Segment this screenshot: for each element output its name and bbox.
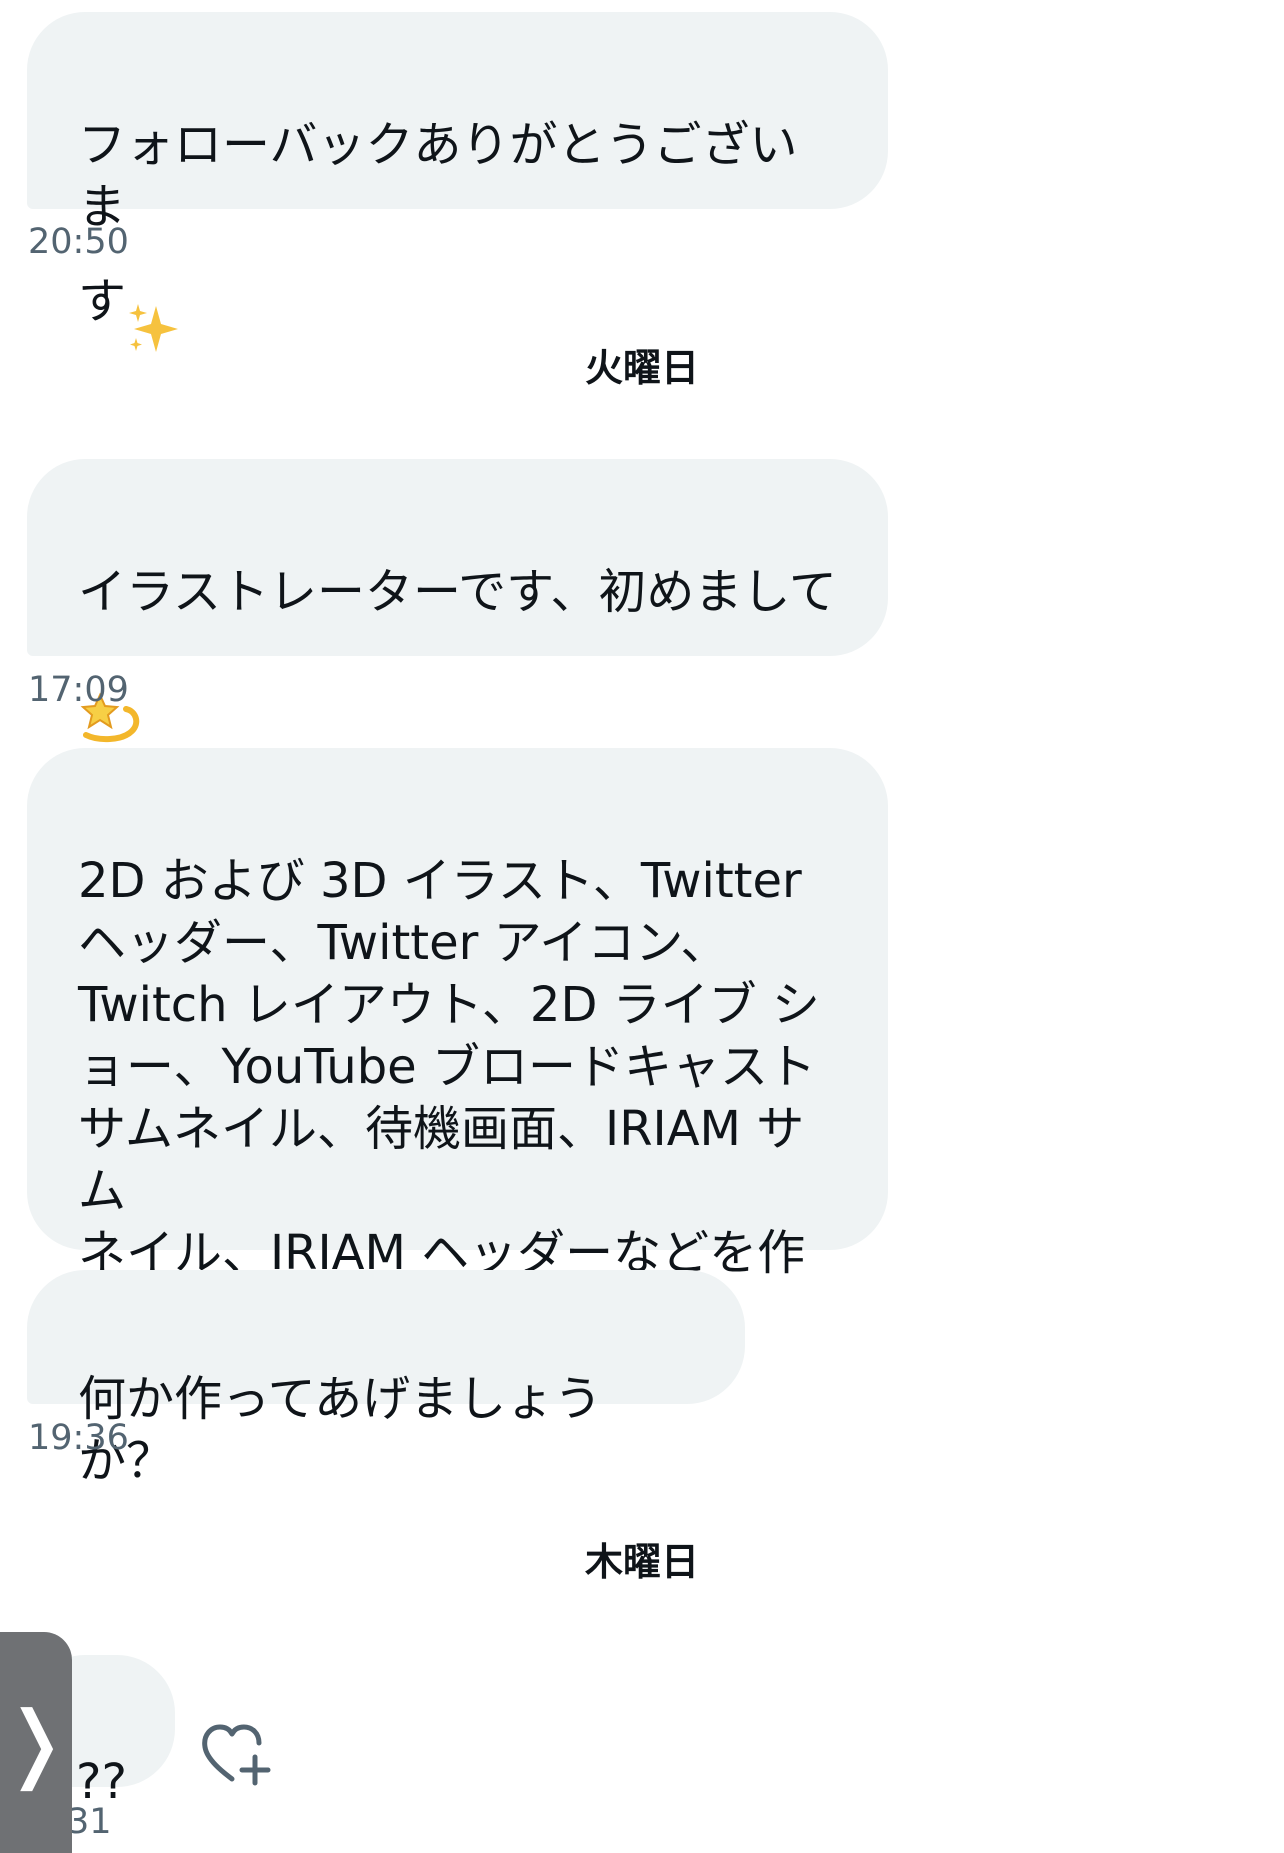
message-bubble[interactable]: イラストレーターです、初めまして <box>27 459 888 743</box>
chevron-right-icon: ❭ <box>0 1693 72 1791</box>
side-panel-handle[interactable]: ❭ <box>0 1632 72 1853</box>
message-bubble[interactable]: 2D および 3D イラスト、Twitter ヘッダー、Twitter アイコン… <box>27 748 888 1405</box>
message-bubble[interactable]: 何か作ってあげましょうか？ <box>27 1270 745 1489</box>
message-text: 何か作ってあげましょうか？ <box>78 1371 603 1489</box>
day-separator: 木曜日 <box>584 1540 699 1584</box>
heart-plus-icon[interactable] <box>201 1721 273 1787</box>
message-timestamp: 20:50 <box>28 222 129 262</box>
day-separator: 火曜日 <box>584 346 699 390</box>
message-timestamp: 17:09 <box>28 670 129 710</box>
message-timestamp: 31 <box>67 1802 112 1842</box>
message-text: イラストレーターです、初めまして <box>78 564 837 620</box>
message-bubble[interactable]: フォローバックありがとうございま す <box>27 12 888 352</box>
message-text: フォローバックありがとうございま す <box>78 117 798 330</box>
message-timestamp: 19:36 <box>28 1418 129 1458</box>
